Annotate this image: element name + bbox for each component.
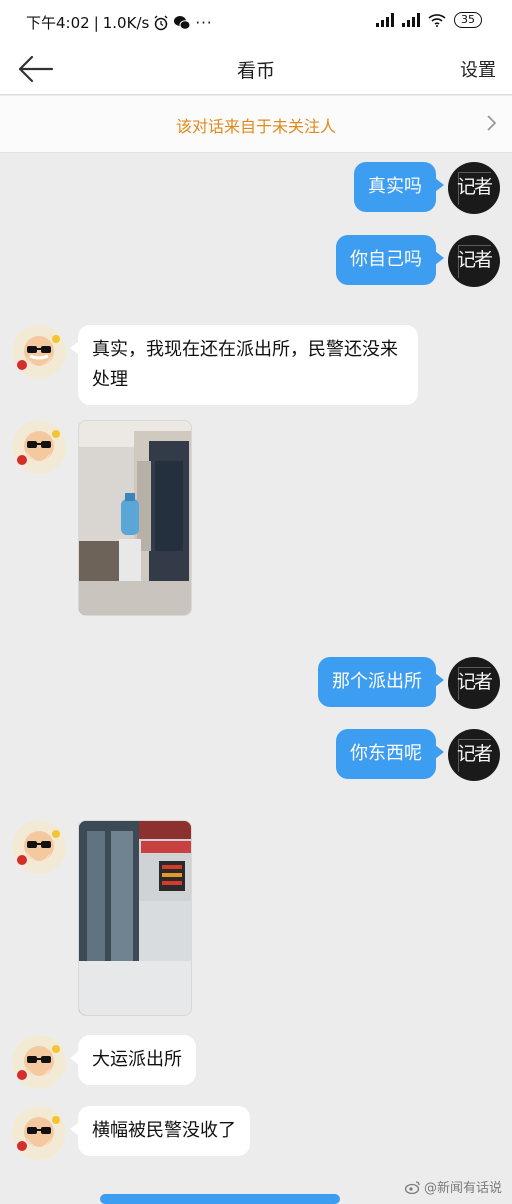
message-row xyxy=(0,818,512,1018)
alarm-icon xyxy=(154,15,168,30)
signal-icon xyxy=(376,13,394,27)
message-row: 真实，我现在还在派出所，民警还没来处理 xyxy=(0,323,512,405)
message-row: 大运派出所 xyxy=(0,1033,512,1093)
my-avatar[interactable]: 记者 xyxy=(448,657,500,709)
status-time: 下午4:02 xyxy=(26,14,90,32)
notice-text: 该对话来自于未关注人 xyxy=(175,117,336,136)
more-icon: ··· xyxy=(195,13,213,32)
settings-button[interactable]: 设置 xyxy=(460,56,496,82)
chat-header: 看币 设置 xyxy=(0,44,512,95)
message-row xyxy=(0,418,512,618)
my-avatar[interactable]: 记者 xyxy=(448,729,500,781)
message-row: 你自己吗 记者 xyxy=(0,233,512,293)
cartoon-face-icon xyxy=(12,325,66,379)
my-message-bubble[interactable]: 那个派出所 xyxy=(318,657,444,707)
image-message[interactable] xyxy=(78,420,192,616)
status-right: 35 xyxy=(376,12,482,28)
my-avatar[interactable]: 记者 xyxy=(448,162,500,214)
next-message-edge xyxy=(100,1194,340,1204)
contact-avatar[interactable] xyxy=(12,1106,66,1160)
cartoon-face-icon xyxy=(12,1035,66,1089)
status-left: 下午4:02 | 1.0K/s ··· xyxy=(26,13,213,33)
my-avatar[interactable]: 记者 xyxy=(448,235,500,287)
weibo-watermark: @新闻有话说 xyxy=(404,1177,502,1196)
cartoon-face-icon xyxy=(12,1106,66,1160)
contact-avatar[interactable] xyxy=(12,1035,66,1089)
wifi-icon xyxy=(428,14,446,27)
watermark-text: @新闻有话说 xyxy=(423,1181,502,1196)
message-row: 那个派出所 记者 xyxy=(0,655,512,715)
chat-title: 看币 xyxy=(236,60,275,82)
police-station-hallway-photo xyxy=(79,421,191,615)
avatar-glyph: 记者 xyxy=(456,743,493,765)
avatar-glyph: 记者 xyxy=(456,176,493,198)
status-bar: 下午4:02 | 1.0K/s ··· 35 xyxy=(0,0,512,44)
police-station-lobby-photo xyxy=(79,821,191,1015)
image-message[interactable] xyxy=(78,820,192,1016)
my-message-bubble[interactable]: 你自己吗 xyxy=(336,235,444,285)
contact-message-bubble[interactable]: 真实，我现在还在派出所，民警还没来处理 xyxy=(70,325,418,405)
battery-icon: 35 xyxy=(454,12,482,28)
contact-message-bubble[interactable]: 大运派出所 xyxy=(70,1035,196,1085)
message-row: 横幅被民警没收了 xyxy=(0,1104,512,1164)
my-message-bubble[interactable]: 真实吗 xyxy=(354,162,444,212)
contact-avatar[interactable] xyxy=(12,820,66,874)
stranger-notice-banner[interactable]: 该对话来自于未关注人 xyxy=(0,96,512,153)
contact-message-bubble[interactable]: 横幅被民警没收了 xyxy=(70,1106,250,1156)
cartoon-face-icon xyxy=(12,820,66,874)
my-message-bubble[interactable]: 你东西呢 xyxy=(336,729,444,779)
message-row: 真实吗 记者 xyxy=(0,160,512,220)
weibo-icon xyxy=(404,1180,420,1194)
avatar-glyph: 记者 xyxy=(456,249,493,271)
signal-icon-2 xyxy=(402,13,420,27)
cartoon-face-icon xyxy=(12,420,66,474)
network-speed: 1.0K/s xyxy=(102,13,150,32)
contact-avatar[interactable] xyxy=(12,325,66,379)
wechat-icon xyxy=(174,15,191,30)
contact-avatar[interactable] xyxy=(12,420,66,474)
chevron-right-icon xyxy=(487,115,497,131)
avatar-glyph: 记者 xyxy=(456,671,493,693)
message-row: 你东西呢 记者 xyxy=(0,727,512,787)
